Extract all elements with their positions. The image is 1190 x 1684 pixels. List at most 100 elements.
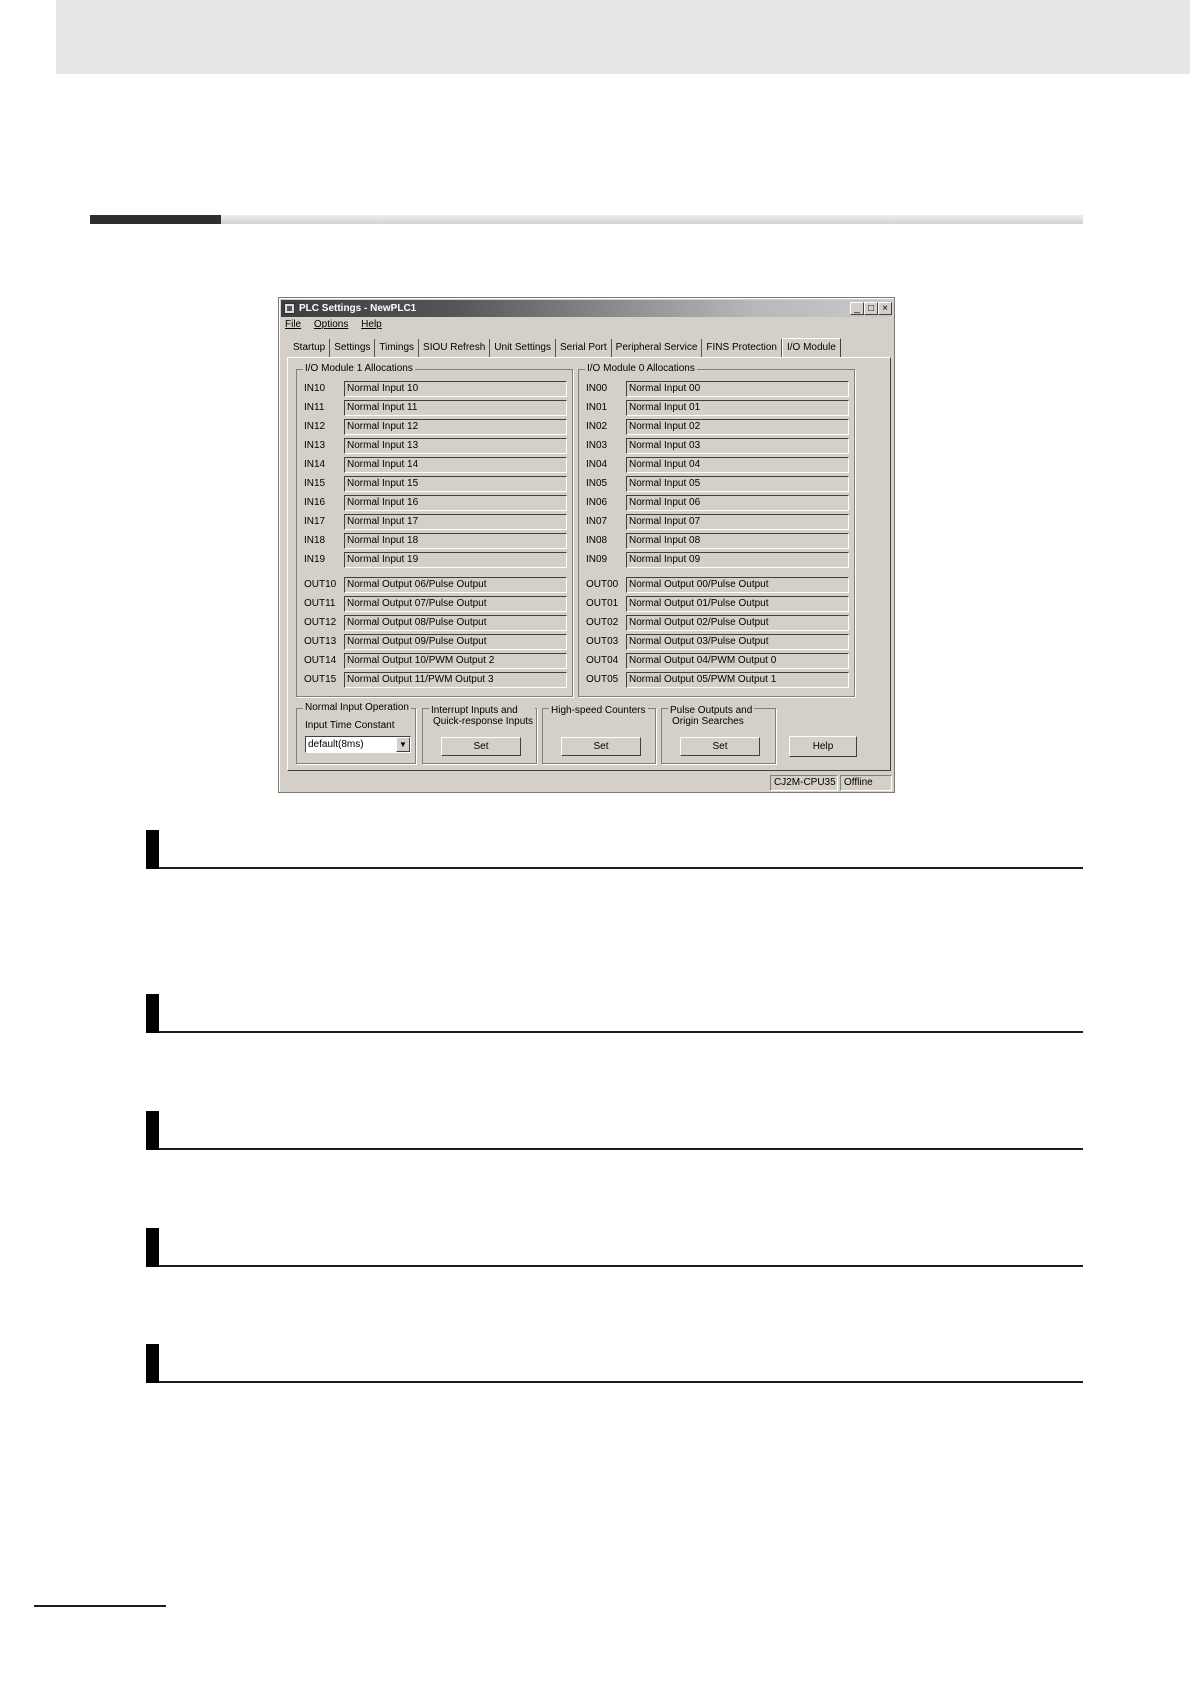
allocation-label-in19: IN19 bbox=[304, 554, 326, 565]
pulse-set-button[interactable]: Set bbox=[680, 737, 760, 756]
heading-marker bbox=[146, 994, 159, 1033]
heading-bar bbox=[146, 994, 1083, 1033]
tab-settings[interactable]: Settings bbox=[330, 339, 376, 357]
tab-io-module[interactable]: I/O Module bbox=[781, 338, 841, 358]
allocation-row-in16: IN16 Normal Input 16 bbox=[304, 495, 567, 511]
heading-bar bbox=[146, 1111, 1083, 1150]
allocation-label-in09: IN09 bbox=[586, 554, 608, 565]
tab-timings[interactable]: Timings bbox=[375, 339, 420, 357]
close-button[interactable]: × bbox=[878, 302, 892, 315]
allocation-label-out14: OUT14 bbox=[304, 655, 337, 666]
allocation-label-out03: OUT03 bbox=[586, 636, 619, 647]
allocation-label-in06: IN06 bbox=[586, 497, 608, 508]
io-module-panel: I/O Module 1 Allocations IN10 Normal Inpu… bbox=[287, 357, 891, 771]
allocation-label-in05: IN05 bbox=[586, 478, 608, 489]
allocation-field-in06: Normal Input 06 bbox=[626, 495, 849, 511]
allocation-label-in03: IN03 bbox=[586, 440, 608, 451]
allocation-label-in13: IN13 bbox=[304, 440, 326, 451]
pulse-outputs-group: Pulse Outputs and Origin Searches Set bbox=[661, 705, 776, 764]
allocation-field-in07: Normal Input 07 bbox=[626, 514, 849, 530]
allocation-row-in02: IN02 Normal Input 02 bbox=[586, 419, 849, 435]
allocation-row-in18: IN18 Normal Input 18 bbox=[304, 533, 567, 549]
allocation-row-out00: OUT00 Normal Output 00/Pulse Output bbox=[586, 577, 849, 593]
input-time-constant-value: default(8ms) bbox=[308, 739, 364, 750]
high-speed-counters-title: High-speed Counters bbox=[549, 705, 648, 716]
high-speed-counters-group: High-speed Counters Set bbox=[542, 705, 656, 764]
allocation-field-out01: Normal Output 01/Pulse Output bbox=[626, 596, 849, 612]
allocation-field-out11: Normal Output 07/Pulse Output bbox=[344, 596, 567, 612]
allocation-row-in13: IN13 Normal Input 13 bbox=[304, 438, 567, 454]
tab-fins-protection[interactable]: FINS Protection bbox=[702, 339, 782, 357]
tab-startup[interactable]: Startup bbox=[289, 339, 331, 357]
maximize-button[interactable]: □ bbox=[864, 302, 878, 315]
allocation-row-in17: IN17 Normal Input 17 bbox=[304, 514, 567, 530]
allocation-row-in05: IN05 Normal Input 05 bbox=[586, 476, 849, 492]
input-time-constant-select[interactable]: default(8ms) ▼ bbox=[305, 736, 411, 753]
allocation-label-in07: IN07 bbox=[586, 516, 608, 527]
allocation-label-out13: OUT13 bbox=[304, 636, 337, 647]
allocation-field-out10: Normal Output 06/Pulse Output bbox=[344, 577, 567, 593]
tab-peripheral-service[interactable]: Peripheral Service bbox=[612, 339, 703, 357]
allocation-row-in10: IN10 Normal Input 10 bbox=[304, 381, 567, 397]
allocation-label-in10: IN10 bbox=[304, 383, 326, 394]
menu-help[interactable]: Help bbox=[361, 319, 382, 330]
minimize-button[interactable]: _ bbox=[850, 302, 864, 315]
help-button[interactable]: Help bbox=[789, 736, 857, 757]
footer-rule bbox=[34, 1605, 166, 1607]
allocation-label-in18: IN18 bbox=[304, 535, 326, 546]
chevron-down-icon[interactable]: ▼ bbox=[396, 737, 410, 752]
interrupt-set-button[interactable]: Set bbox=[441, 737, 521, 756]
allocation-field-in09: Normal Input 09 bbox=[626, 552, 849, 568]
io-module-0-title: I/O Module 0 Allocations bbox=[585, 363, 697, 375]
allocation-row-out02: OUT02 Normal Output 02/Pulse Output bbox=[586, 615, 849, 631]
allocation-field-in17: Normal Input 17 bbox=[344, 514, 567, 530]
allocation-label-out05: OUT05 bbox=[586, 674, 619, 685]
allocation-row-out13: OUT13 Normal Output 09/Pulse Output bbox=[304, 634, 567, 650]
allocation-label-out12: OUT12 bbox=[304, 617, 337, 628]
menu-file[interactable]: File bbox=[285, 319, 301, 330]
allocation-label-out11: OUT11 bbox=[304, 598, 336, 609]
allocation-row-out10: OUT10 Normal Output 06/Pulse Output bbox=[304, 577, 567, 593]
allocation-field-in03: Normal Input 03 bbox=[626, 438, 849, 454]
status-model: CJ2M-CPU35 bbox=[770, 775, 838, 791]
tab-siou-refresh[interactable]: SIOU Refresh bbox=[419, 339, 491, 357]
heading-marker bbox=[146, 1111, 159, 1150]
allocation-label-in01: IN01 bbox=[586, 402, 608, 413]
heading-marker bbox=[146, 830, 159, 869]
allocation-row-in15: IN15 Normal Input 15 bbox=[304, 476, 567, 492]
tab-unit-settings[interactable]: Unit Settings bbox=[490, 339, 556, 357]
allocation-label-in08: IN08 bbox=[586, 535, 608, 546]
hsc-set-button[interactable]: Set bbox=[561, 737, 641, 756]
allocation-label-in15: IN15 bbox=[304, 478, 326, 489]
app-icon[interactable] bbox=[284, 303, 295, 314]
interrupt-inputs-group: Interrupt Inputs and Quick-response Inpu… bbox=[422, 705, 537, 764]
allocation-field-out05: Normal Output 05/PWM Output 1 bbox=[626, 672, 849, 688]
allocation-field-in18: Normal Input 18 bbox=[344, 533, 567, 549]
heading-marker bbox=[146, 1344, 159, 1383]
title-bar[interactable]: PLC Settings - NewPLC1 _ □ × bbox=[281, 300, 892, 317]
allocation-label-out00: OUT00 bbox=[586, 579, 619, 590]
menu-options[interactable]: Options bbox=[314, 319, 348, 330]
normal-input-group: Normal Input Operation Input Time Consta… bbox=[296, 702, 416, 764]
section-rule-dark bbox=[90, 215, 221, 224]
tab-serial-port[interactable]: Serial Port bbox=[556, 339, 612, 357]
heading-bar bbox=[146, 1228, 1083, 1267]
allocation-field-out15: Normal Output 11/PWM Output 3 bbox=[344, 672, 567, 688]
io-module-0-group: I/O Module 0 Allocations IN00 Normal Inpu… bbox=[578, 363, 855, 697]
heading-bar bbox=[146, 1344, 1083, 1383]
status-mode: Offline bbox=[840, 775, 892, 791]
heading-bar bbox=[146, 830, 1083, 869]
allocation-row-in04: IN04 Normal Input 04 bbox=[586, 457, 849, 473]
allocation-field-in14: Normal Input 14 bbox=[344, 457, 567, 473]
allocation-label-in11: IN11 bbox=[304, 402, 325, 413]
allocation-field-in01: Normal Input 01 bbox=[626, 400, 849, 416]
allocation-label-out10: OUT10 bbox=[304, 579, 337, 590]
plc-settings-window: PLC Settings - NewPLC1 _ □ × File Option… bbox=[278, 297, 895, 793]
allocation-field-in12: Normal Input 12 bbox=[344, 419, 567, 435]
allocation-row-out01: OUT01 Normal Output 01/Pulse Output bbox=[586, 596, 849, 612]
allocation-row-in01: IN01 Normal Input 01 bbox=[586, 400, 849, 416]
allocation-field-in16: Normal Input 16 bbox=[344, 495, 567, 511]
allocation-row-in00: IN00 Normal Input 00 bbox=[586, 381, 849, 397]
allocation-field-in02: Normal Input 02 bbox=[626, 419, 849, 435]
allocation-row-in11: IN11 Normal Input 11 bbox=[304, 400, 567, 416]
